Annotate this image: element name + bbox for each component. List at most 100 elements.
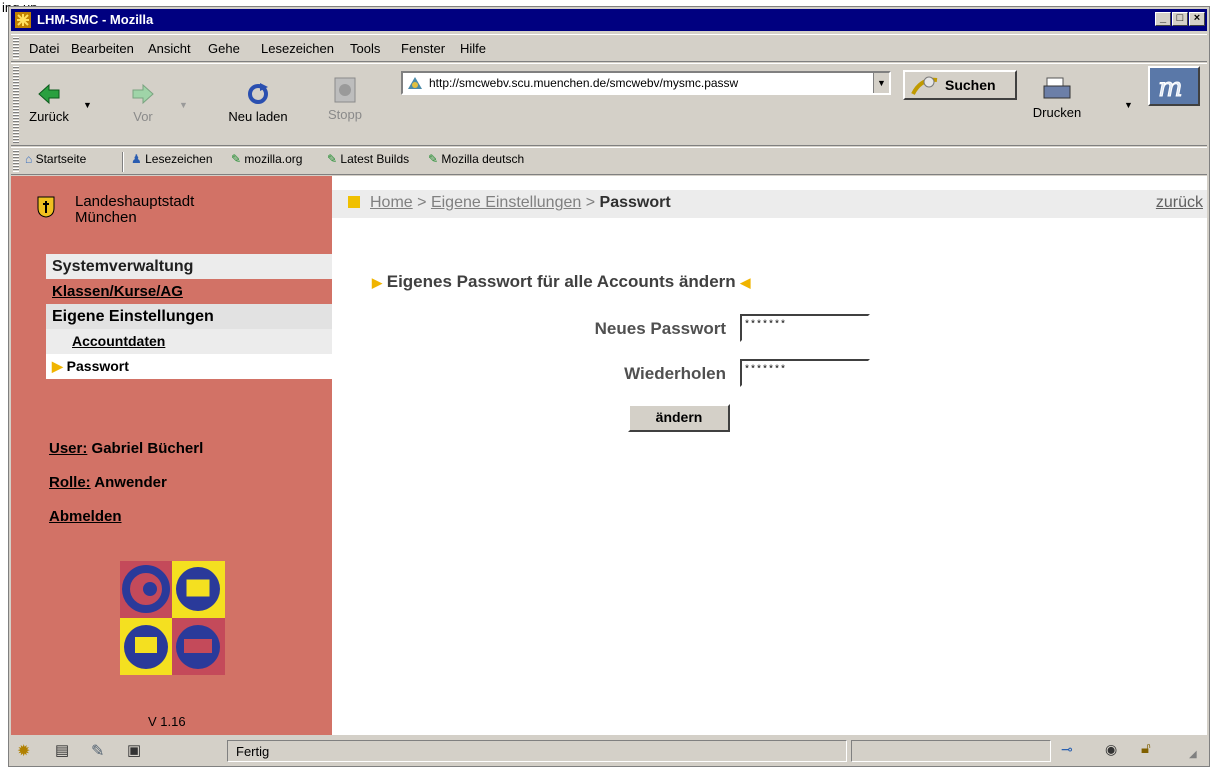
nav-klassen-kurse-ag[interactable]: Klassen/Kurse/AG <box>46 279 332 304</box>
print-label: Drucken <box>1032 105 1082 120</box>
menu-tools[interactable]: Tools <box>350 41 380 56</box>
bookmarks-menu[interactable]: ♟ Lesezeichen <box>131 152 213 166</box>
status-bar: ✹ ▤ ✎ ▣ Fertig ⊸ ◉ 🔓︎ ◢ <box>11 737 1207 766</box>
breadcrumb-separator: > <box>417 194 427 211</box>
reload-label: Neu laden <box>228 109 288 124</box>
repeat-password-field[interactable]: ******* <box>740 359 870 387</box>
reload-button[interactable]: Neu laden <box>223 82 293 124</box>
nav-toolbar-grip[interactable] <box>13 66 19 143</box>
mozilla-throbber[interactable]: m <box>1148 66 1200 106</box>
new-password-field[interactable]: ******* <box>740 314 870 342</box>
logout-link[interactable]: Abmelden <box>49 508 122 525</box>
breadcrumb-home[interactable]: Home <box>370 194 413 211</box>
user-label[interactable]: User: <box>49 440 87 457</box>
bookmark-startseite[interactable]: ⌂ Startseite <box>25 152 86 166</box>
breadcrumb-eigene-einstellungen[interactable]: Eigene Einstellungen <box>431 194 581 211</box>
url-input[interactable]: http://smcwebv.scu.muenchen.de/smcwebv/m… <box>401 71 891 95</box>
personal-toolbar-grip[interactable] <box>13 150 19 172</box>
nav-systemverwaltung[interactable]: Systemverwaltung <box>46 254 332 279</box>
page-proxy-icon <box>408 77 422 89</box>
bookmark-latest-builds[interactable]: ✎ Latest Builds <box>327 152 409 166</box>
smc-logo <box>120 561 225 675</box>
menu-hilfe[interactable]: Hilfe <box>460 41 486 56</box>
menu-lesezeichen[interactable]: Lesezeichen <box>261 41 334 56</box>
window-title: LHM-SMC - Mozilla <box>37 12 154 27</box>
composer-icon[interactable]: ✎ <box>91 741 104 761</box>
sidebar: Landeshauptstadt München Systemverwaltun… <box>11 176 332 735</box>
address-book-icon[interactable]: ▣ <box>127 741 141 759</box>
content-area: Home > Eigene Einstellungen > Passwort z… <box>332 176 1207 735</box>
maximize-button[interactable]: □ <box>1172 12 1188 26</box>
printer-icon <box>1043 77 1071 99</box>
current-page-arrow-icon: ▶ <box>52 358 63 374</box>
menu-bar-grip[interactable] <box>13 37 19 59</box>
mail-icon[interactable]: ▤ <box>55 741 69 759</box>
back-button[interactable]: Zurück <box>29 82 69 124</box>
form-title: ▶ Eigenes Passwort für alle Accounts änd… <box>372 272 750 292</box>
mozilla-app-icon <box>15 12 31 28</box>
role-label[interactable]: Rolle: <box>49 474 91 491</box>
search-label: Suchen <box>945 77 996 93</box>
title-right-arrow-icon: ▶ <box>372 275 382 290</box>
bookmarks-icon: ♟ <box>131 152 142 166</box>
forward-arrow-icon <box>132 83 154 105</box>
new-password-label: Neues Passwort <box>594 319 726 338</box>
search-icon <box>911 76 938 95</box>
back-label: Zurück <box>29 109 69 124</box>
version-label: V 1.16 <box>148 714 186 729</box>
menu-ansicht[interactable]: Ansicht <box>148 41 191 56</box>
cookie-icon[interactable]: ◉ <box>1105 741 1117 758</box>
browser-window: LHM-SMC - Mozilla _ □ × Datei Bearbeiten… <box>8 6 1210 767</box>
breadcrumb: Home > Eigene Einstellungen > Passwort <box>370 194 671 212</box>
bookmark-mozilla-org[interactable]: ✎ mozilla.org <box>231 152 302 166</box>
status-text-panel: Fertig <box>227 740 847 762</box>
breadcrumb-square-icon <box>348 196 360 208</box>
forward-button[interactable]: Vor <box>123 82 163 124</box>
close-button[interactable]: × <box>1189 12 1205 26</box>
bookmark-pen-icon: ✎ <box>327 152 338 166</box>
menu-bar: Datei Bearbeiten Ansicht Gehe Lesezeiche… <box>11 34 1207 62</box>
menu-gehe[interactable]: Gehe <box>208 41 240 56</box>
user-name: Gabriel Bücherl <box>91 440 204 457</box>
print-button[interactable]: Drucken <box>1031 76 1083 120</box>
url-history-dropdown[interactable]: ▼ <box>873 73 889 93</box>
back-arrow-icon <box>38 83 60 105</box>
nav-eigene-einstellungen[interactable]: Eigene Einstellungen <box>46 304 332 329</box>
navigator-icon[interactable]: ✹ <box>17 741 30 761</box>
menu-fenster[interactable]: Fenster <box>401 41 445 56</box>
security-lock-icon[interactable]: 🔓︎ <box>1141 740 1151 757</box>
menu-bearbeiten[interactable]: Bearbeiten <box>71 41 134 56</box>
title-bar: LHM-SMC - Mozilla _ □ × <box>11 9 1207 31</box>
back-link[interactable]: zurück <box>1156 194 1203 212</box>
title-left-arrow-icon: ◀ <box>740 275 751 290</box>
status-text: Fertig <box>236 744 270 759</box>
progress-panel <box>851 740 1051 762</box>
mozilla-logo-icon: m <box>1158 73 1184 104</box>
print-dropdown[interactable]: ▼ <box>1124 100 1133 110</box>
user-info: User: Gabriel Bücherl <box>49 440 203 457</box>
bookmark-mozilla-deutsch[interactable]: ✎ Mozilla deutsch <box>428 152 524 166</box>
stop-button[interactable]: Stopp <box>323 76 367 122</box>
nav-accountdaten[interactable]: Accountdaten <box>46 329 332 354</box>
back-history-dropdown[interactable]: ▼ <box>83 100 92 110</box>
bookmark-pen-icon: ✎ <box>428 152 439 166</box>
home-icon: ⌂ <box>25 152 33 166</box>
menu-datei[interactable]: Datei <box>29 41 59 56</box>
stop-icon <box>334 77 356 103</box>
nav-passwort[interactable]: ▶ Passwort <box>46 354 332 379</box>
stop-label: Stopp <box>328 107 362 122</box>
bookmark-pen-icon: ✎ <box>231 152 242 166</box>
repeat-password-label: Wiederholen <box>624 364 726 383</box>
breadcrumb-separator: > <box>585 194 596 211</box>
url-text: http://smcwebv.scu.muenchen.de/smcwebv/m… <box>429 76 739 90</box>
minimize-button[interactable]: _ <box>1155 12 1171 26</box>
toolbar-separator <box>122 152 124 172</box>
role-name: Anwender <box>94 474 167 491</box>
resize-grip[interactable]: ◢ <box>1189 749 1197 760</box>
online-status-icon[interactable]: ⊸ <box>1061 741 1073 758</box>
city-name: Landeshauptstadt München <box>75 193 195 226</box>
search-button[interactable]: Suchen <box>903 70 1017 100</box>
forward-history-dropdown[interactable]: ▼ <box>179 100 188 110</box>
change-password-button[interactable]: ändern <box>628 404 730 432</box>
svg-text:m: m <box>1158 73 1183 103</box>
